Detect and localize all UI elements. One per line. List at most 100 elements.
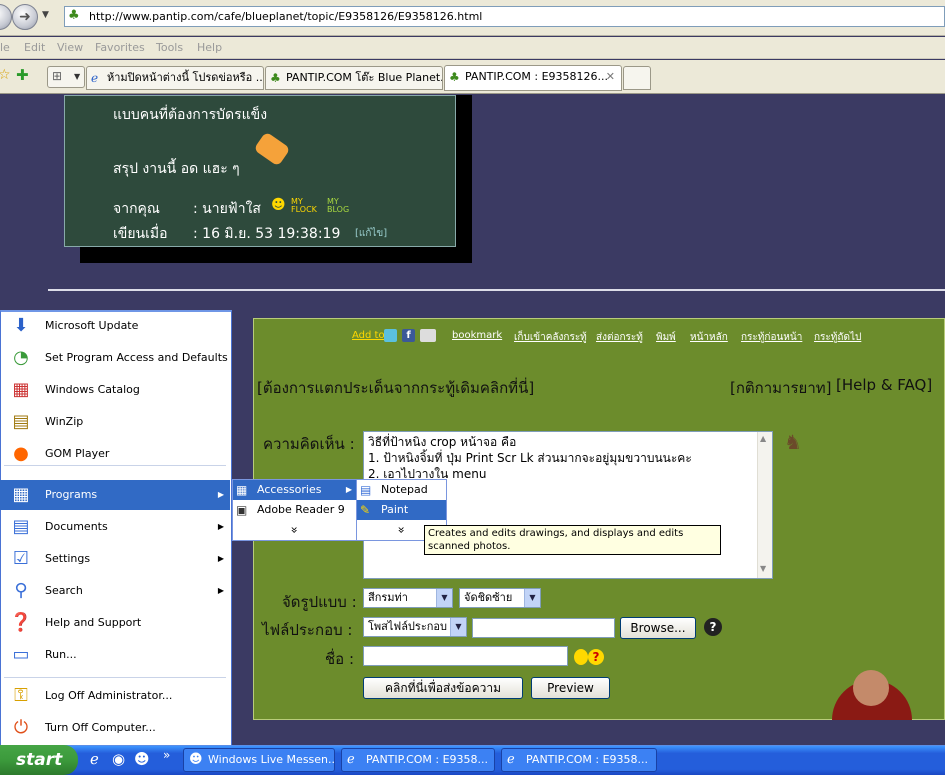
preview-button[interactable]: Preview (531, 677, 610, 699)
tab-1[interactable]: ℯ ห้ามปิดหน้าต่างนี้ โปรดข่อหรือ ... (86, 66, 264, 90)
tab-list-dropdown-icon[interactable]: ▼ (74, 72, 80, 81)
forward-button[interactable]: ➜ (12, 4, 38, 30)
comment-line-1: วิธีที่ป้าหนิง crop หน้าจอ คือ (368, 435, 517, 449)
menu-view[interactable]: View (57, 41, 83, 54)
color-select[interactable]: สีกรมท่า ▼ (363, 588, 453, 608)
author-name[interactable]: : นายฟ้าใส (193, 198, 261, 220)
scroll-down-icon[interactable]: ▼ (760, 564, 766, 573)
menu-file[interactable]: le (0, 41, 10, 54)
save-thread-link[interactable]: เก็บเข้าคลังกระทู้ (514, 330, 587, 345)
expand-menu-icon[interactable]: » (392, 486, 412, 575)
tab-2-label: PANTIP.COM โต๊ะ Blue Planet... (286, 71, 443, 84)
scroll-up-icon[interactable]: ▲ (760, 434, 766, 443)
start-button[interactable]: start (0, 745, 78, 775)
start-item-programs[interactable]: ▦ Programs ▶ (0, 480, 230, 510)
start-item-label: Documents (45, 520, 108, 533)
tab-2[interactable]: ♣ PANTIP.COM โต๊ะ Blue Planet... (265, 66, 443, 90)
forward-thread-link[interactable]: ส่งต่อกระทู้ (596, 330, 643, 345)
turnoff-button[interactable]: ⏻ Turn Off Computer... (0, 713, 230, 743)
program-access-icon: ◔ (13, 347, 29, 368)
rules-link[interactable]: [กติกามารยาท] (730, 376, 832, 400)
menu-edit[interactable]: Edit (24, 41, 45, 54)
previous-thread-link[interactable]: กระทู้ก่อนหน้า (741, 330, 802, 345)
share-icon[interactable] (420, 329, 436, 342)
name-input[interactable] (363, 646, 568, 666)
start-item-windows-catalog[interactable]: ▦ Windows Catalog (0, 375, 230, 405)
help-icon[interactable]: ? (588, 649, 604, 665)
emoticon-icon[interactable] (574, 649, 588, 665)
start-item-run[interactable]: ▭ Run... (0, 640, 230, 670)
help-faq-link[interactable]: [Help & FAQ] (836, 376, 932, 394)
home-link[interactable]: หน้าหลัก (690, 330, 728, 345)
quicklaunch-more-icon[interactable]: » (163, 748, 170, 762)
taskbar-button-pantip-2[interactable]: ℯ PANTIP.COM : E9358... (501, 748, 657, 772)
logoff-label: Log Off Administrator... (45, 689, 173, 702)
start-item-settings[interactable]: ☑ Settings ▶ (0, 544, 230, 574)
taskbar-button-pantip-1[interactable]: ℯ PANTIP.COM : E9358... (341, 748, 495, 772)
paint-icon: ✎ (360, 503, 371, 517)
history-dropdown-icon[interactable]: ▼ (42, 10, 49, 20)
bookmark-link[interactable]: bookmark (452, 330, 502, 341)
taskbar-button-messenger[interactable]: ☻ Windows Live Messen... (183, 748, 335, 772)
taskbar-button-label: PANTIP.COM : E9358... (526, 753, 649, 766)
power-icon: ⏻ (13, 717, 29, 738)
my-blog-link[interactable]: MY BLOG (327, 198, 357, 214)
my-flock-link[interactable]: MY FLOCK (291, 198, 323, 214)
ie-quicklaunch-icon[interactable]: ℯ (90, 750, 99, 768)
edit-link[interactable]: [แก้ไข] (355, 226, 387, 241)
branch-topic-link[interactable]: [ต้องการแตกประเด็นจากกระทู้เดิมคลิกที่นี… (257, 376, 534, 400)
menu-favorites[interactable]: Favorites (95, 41, 145, 54)
favorites-star-icon[interactable]: ☆ (0, 67, 11, 83)
start-item-search[interactable]: ⚲ Search ▶ (0, 576, 230, 606)
notepad-icon: ▤ (360, 483, 372, 497)
next-thread-link[interactable]: กระทู้ถัดไป (814, 330, 861, 345)
help-icon[interactable]: ? (704, 618, 722, 636)
logoff-button[interactable]: ⚿ Log Off Administrator... (0, 681, 230, 711)
post-text-line-2: สรุป งานนี้ อด แฮะ ๆ (113, 161, 240, 177)
menu-separator (4, 677, 226, 678)
browse-button[interactable]: Browse... (620, 617, 696, 639)
textarea-scrollbar[interactable]: ▲ ▼ (757, 432, 772, 578)
update-icon: ⬇ (13, 315, 29, 336)
chevron-down-icon[interactable]: ▼ (524, 589, 540, 607)
add-to-link[interactable]: Add to (352, 330, 385, 341)
menu-separator (4, 465, 226, 466)
date-label: เขียนเมื่อ (113, 226, 168, 242)
run-icon: ▭ (12, 644, 30, 665)
browser-quicklaunch-icon[interactable]: ◉ (112, 750, 125, 768)
submenu-arrow-icon: ▶ (217, 522, 224, 531)
start-item-label: WinZip (45, 415, 84, 428)
facebook-icon[interactable]: f (402, 329, 415, 342)
cactus-favicon-icon: ♣ (449, 70, 460, 84)
quick-tabs-button[interactable]: ⊞ ▼ (47, 66, 85, 88)
menu-tools[interactable]: Tools (156, 41, 183, 54)
attach-select[interactable]: โพสไฟล์ประกอบ ▼ (363, 617, 467, 637)
add-favorite-icon[interactable]: ✚ (16, 66, 29, 84)
start-item-winzip[interactable]: ▤ WinZip (0, 407, 230, 437)
tab-3-active[interactable]: ♣ PANTIP.COM : E9358126... ✕ (444, 65, 622, 91)
expand-menu-icon[interactable]: » (285, 469, 305, 592)
chevron-down-icon[interactable]: ▼ (436, 589, 452, 607)
start-item-set-program-access[interactable]: ◔ Set Program Access and Defaults (0, 343, 230, 373)
start-item-label: Settings (45, 552, 91, 565)
twitter-icon[interactable] (384, 329, 397, 342)
start-item-documents[interactable]: ▤ Documents ▶ (0, 512, 230, 542)
close-tab-icon[interactable]: ✕ (606, 66, 615, 88)
paint-tooltip: Creates and edits drawings, and displays… (424, 525, 721, 555)
menu-help[interactable]: Help (197, 41, 222, 54)
ie-page-icon: ℯ (91, 71, 99, 85)
post-text-line-1: แบบคนที่ต้องการบัดรแข็ง (113, 107, 268, 123)
messenger-quicklaunch-icon[interactable]: ☻ (134, 750, 150, 768)
file-path-input[interactable] (472, 618, 615, 638)
programs-submenu: ▦ Accessories ▶ ▣ Adobe Reader 9 » (232, 479, 357, 541)
start-item-microsoft-update[interactable]: ⬇ Microsoft Update (0, 311, 230, 341)
chevron-down-icon[interactable]: ▼ (450, 618, 466, 636)
tab-3-label: PANTIP.COM : E9358126... (465, 70, 609, 83)
print-link[interactable]: พิมพ์ (656, 330, 676, 345)
align-select[interactable]: จัดชิดซ้าย ▼ (459, 588, 541, 608)
new-tab-button[interactable] (623, 66, 651, 90)
start-item-help-support[interactable]: ❓ Help and Support (0, 608, 230, 638)
color-select-value: สีกรมท่า (368, 591, 408, 604)
submit-button[interactable]: คลิกที่นี่เพื่อส่งข้อความ (363, 677, 523, 699)
address-input[interactable]: http://www.pantip.com/cafe/blueplanet/to… (64, 6, 945, 27)
